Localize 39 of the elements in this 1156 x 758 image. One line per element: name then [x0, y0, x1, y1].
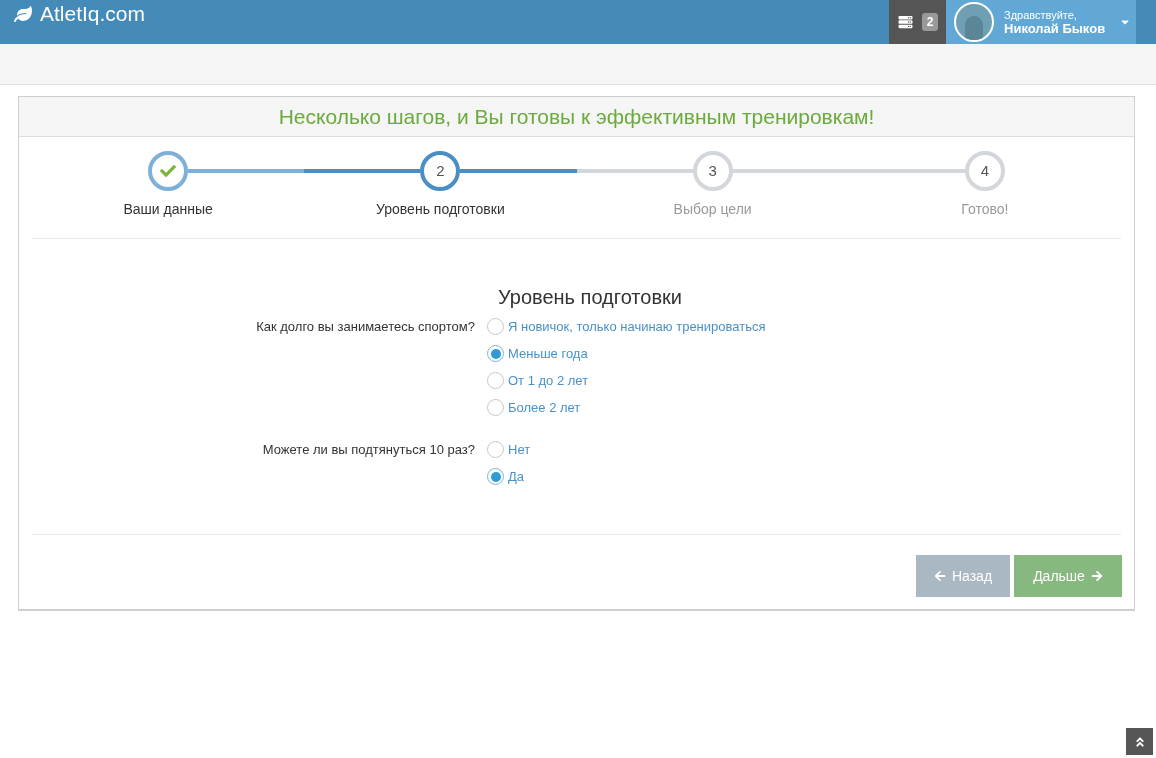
- greeting-text: Здравствуйте,: [1004, 8, 1077, 22]
- step-number: 4: [980, 160, 990, 181]
- radio-button[interactable]: [487, 441, 504, 458]
- notification-count-badge: 2: [921, 13, 939, 31]
- server-icon: [896, 15, 914, 29]
- site-logo[interactable]: AtletIq.com: [0, 0, 146, 28]
- double-chevron-up-icon: [1133, 735, 1146, 748]
- radio-option[interactable]: Более 2 лет: [487, 394, 766, 421]
- radio-button[interactable]: [487, 399, 504, 416]
- step-label: Уровень подготовки: [376, 200, 505, 219]
- question-label: Как долго вы занимаетесь спортом?: [256, 319, 475, 334]
- step-label: Ваши данные: [123, 200, 213, 219]
- check-icon: [160, 163, 177, 179]
- arrow-left-icon: [933, 570, 946, 582]
- radio-option[interactable]: От 1 до 2 лет: [487, 367, 766, 394]
- radio-button[interactable]: [487, 345, 504, 362]
- radio-option[interactable]: Меньше года: [487, 340, 766, 367]
- section-title: Уровень подготовки: [498, 285, 682, 310]
- step-label: Выбор цели: [673, 200, 752, 219]
- notifications-button[interactable]: 2: [889, 0, 946, 44]
- scroll-to-top-button[interactable]: [1126, 728, 1153, 755]
- avatar-silhouette-icon: [954, 2, 994, 42]
- back-button[interactable]: Назад: [916, 555, 1010, 597]
- radio-option[interactable]: Нет: [487, 436, 531, 463]
- leaf-icon: [14, 5, 32, 23]
- next-button[interactable]: Дальше: [1014, 555, 1122, 597]
- radio-button[interactable]: [487, 372, 504, 389]
- radio-button[interactable]: [487, 318, 504, 335]
- step-number: 3: [708, 160, 717, 181]
- radio-option[interactable]: Я новичок, только начинаю тренироваться: [487, 313, 766, 340]
- user-menu-button[interactable]: Здравствуйте, Николай Быков: [946, 0, 1136, 44]
- user-name: Николай Быков: [1004, 22, 1106, 36]
- radio-option[interactable]: Да: [487, 463, 531, 490]
- step-number: 2: [436, 160, 445, 181]
- card-title: Несколько шагов, и Вы готовы к эффективным тренировкам!: [278, 103, 875, 130]
- radio-button[interactable]: [487, 468, 504, 485]
- step-label: Готово!: [961, 200, 1009, 219]
- question-label: Можете ли вы подтянуться 10 раз?: [262, 442, 475, 457]
- arrow-right-icon: [1090, 570, 1103, 582]
